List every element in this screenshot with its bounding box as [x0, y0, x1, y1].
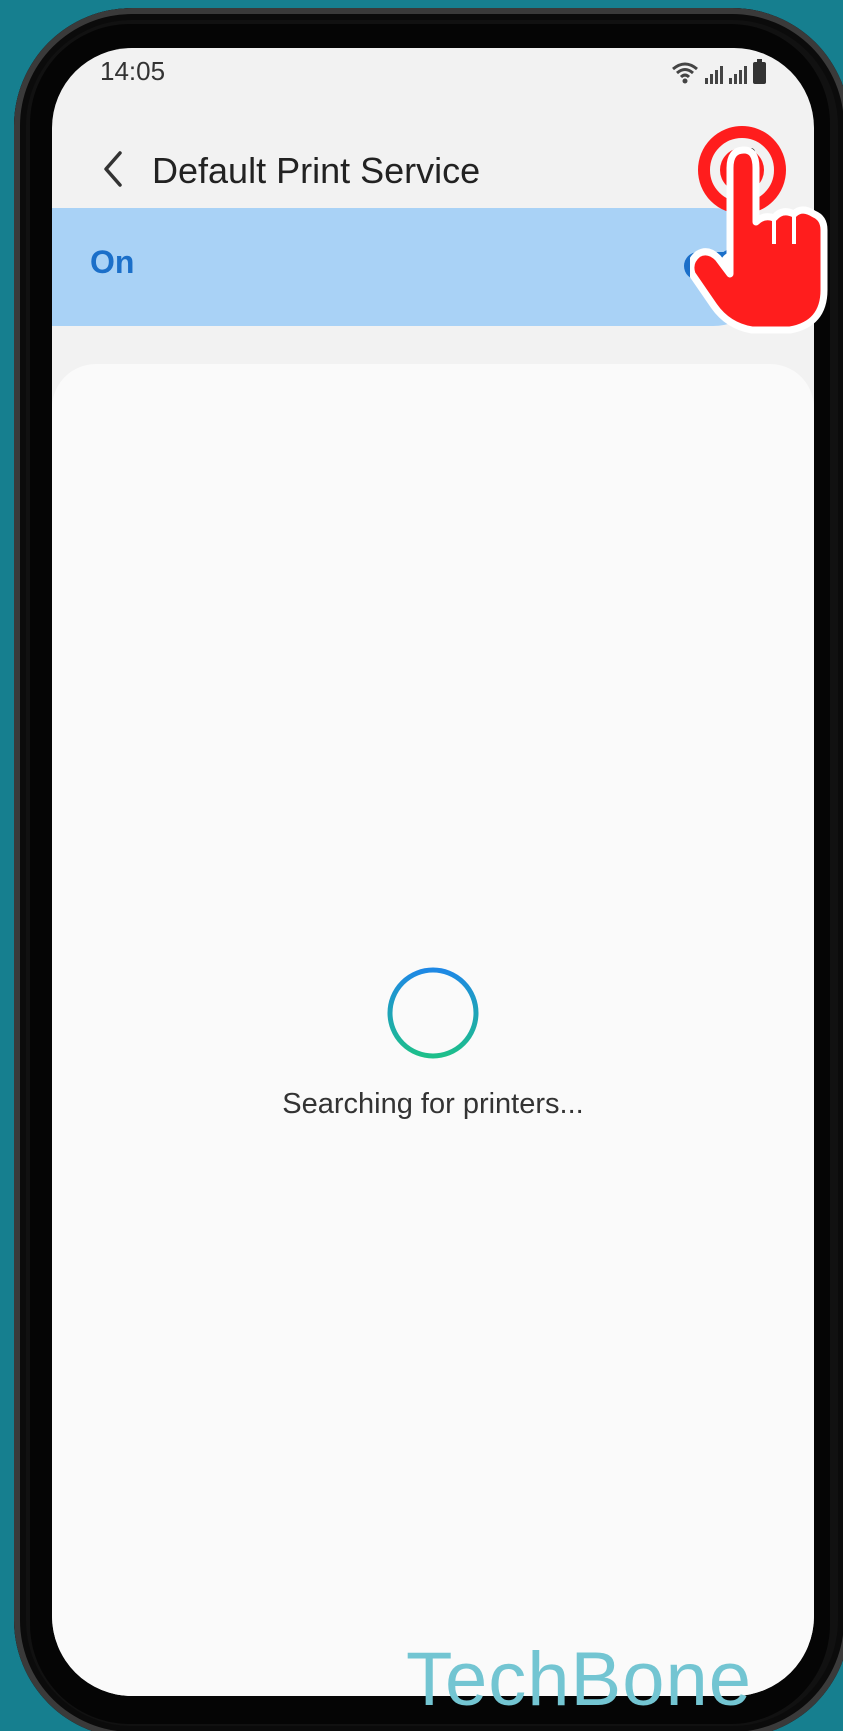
back-button[interactable]	[88, 144, 138, 194]
wifi-icon	[672, 62, 698, 84]
battery-icon	[753, 59, 766, 84]
searching-status-text: Searching for printers...	[282, 1088, 584, 1120]
tap-hand-icon	[690, 126, 828, 334]
page-title: Default Print Service	[152, 150, 481, 191]
chevron-left-icon	[104, 151, 122, 187]
toggle-label: On	[90, 244, 135, 280]
status-time: 14:05	[100, 56, 166, 86]
watermark-logo: TechBone	[406, 1637, 753, 1722]
signal-icon-2	[729, 66, 747, 84]
status-icons	[671, 56, 766, 84]
status-bar: 14:05	[52, 48, 814, 94]
loading-spinner-icon	[387, 967, 479, 1059]
master-toggle-row[interactable]: On	[52, 208, 772, 326]
signal-icon-1	[705, 66, 723, 84]
stage: 14:05 Default Print Service On Searching…	[0, 0, 843, 1731]
